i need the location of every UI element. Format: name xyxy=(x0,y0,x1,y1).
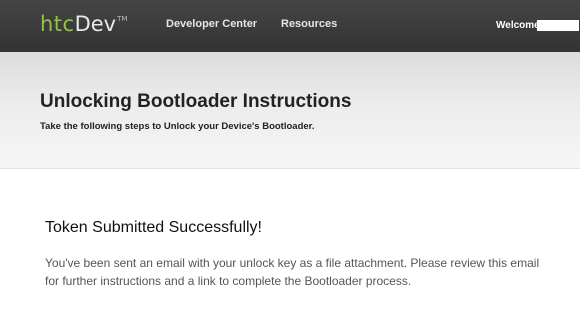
success-message: You've been sent an email with your unlo… xyxy=(45,256,540,288)
nav-resources[interactable]: Resources xyxy=(281,18,337,30)
page-subtitle: Take the following steps to Unlock your … xyxy=(40,121,315,132)
page: htc Dev TM Developer Center Resources We… xyxy=(0,0,580,309)
success-heading: Token Submitted Successfully! xyxy=(45,219,262,236)
logo-trademark: TM xyxy=(117,15,128,23)
welcome-label: Welcome, xyxy=(496,20,543,31)
page-title: Unlocking Bootloader Instructions xyxy=(40,91,352,112)
header-divider xyxy=(0,168,580,169)
logo-htc-text: htc xyxy=(40,12,75,36)
nav-developer-center[interactable]: Developer Center xyxy=(166,18,257,30)
logo-dev-text: Dev xyxy=(74,12,117,36)
top-navigation-bar: htc Dev TM Developer Center Resources We… xyxy=(0,0,580,52)
htcdev-logo[interactable]: htc Dev TM xyxy=(40,12,127,36)
redacted-username xyxy=(537,20,579,31)
